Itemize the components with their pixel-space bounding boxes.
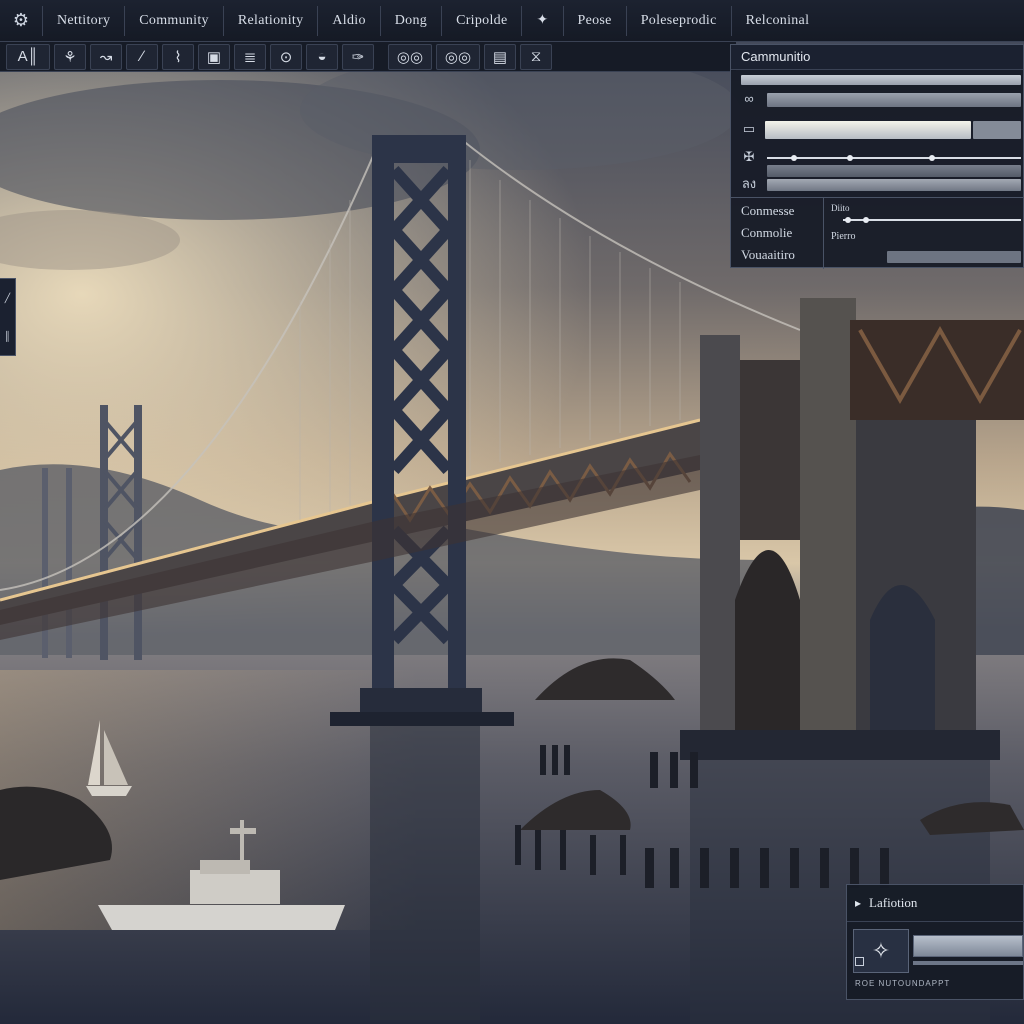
- panel-slider-2-track: [973, 121, 1021, 139]
- panel-slider-2[interactable]: [765, 121, 971, 139]
- layer-tool-icon[interactable]: ▤: [484, 43, 516, 70]
- panel-slider-5[interactable]: [887, 251, 1021, 263]
- left-side-panel[interactable]: ╱ ║: [0, 278, 16, 356]
- menu-item-7[interactable]: ✦: [521, 5, 562, 36]
- layer-panel-footer: ROE NUTOUNDAPPT: [855, 979, 951, 988]
- layer-panel-title: Lafiotion: [869, 895, 918, 910]
- draw-tool-icon[interactable]: A║: [6, 43, 50, 70]
- left-panel-mark-1: ╱: [4, 292, 11, 303]
- menu-item-2[interactable]: Community: [124, 5, 223, 36]
- menu-item-8[interactable]: Peose: [562, 5, 626, 36]
- toolbar: A║ ⚘ ↝ ∕ ⌇ ▣ ≣ ⊙ ◒ ✑ ◎◎ ◎◎ ▤ ⧖: [0, 42, 736, 72]
- pen-tool-icon[interactable]: ✑: [342, 43, 374, 70]
- label-vouaaitiro: Vouaaitiro: [741, 247, 795, 262]
- menu-item-3[interactable]: Relationity: [222, 5, 318, 36]
- label-conmolie: Conmolie: [741, 225, 793, 240]
- frame-tool-icon[interactable]: ▣: [198, 43, 230, 70]
- left-panel-mark-2: ║: [4, 331, 11, 342]
- panel-slider-4[interactable]: [767, 179, 1021, 191]
- compass-icon[interactable]: ✧: [853, 929, 909, 973]
- brush-tool-icon[interactable]: ⚘: [54, 43, 86, 70]
- properties-panel: Cammunitio ∞ ▭ ✠ ลง Conmesse Conmolie Vo…: [730, 44, 1024, 269]
- menu-item-5[interactable]: Dong: [379, 5, 441, 36]
- layer-panel-header[interactable]: ▸ Lafiotion: [847, 885, 1024, 922]
- target-tool-icon[interactable]: ⊙: [270, 43, 302, 70]
- layer-panel: ▸ Lafiotion ✧ ROE NUTOUNDAPPT: [846, 884, 1024, 1000]
- gear-icon[interactable]: ⚙: [6, 6, 36, 36]
- panel-vertical-divider: [823, 197, 824, 269]
- panel-slider-3[interactable]: [767, 165, 1021, 177]
- arc-tool-icon[interactable]: ⌇: [162, 43, 194, 70]
- mini-label-1: Diito: [831, 203, 850, 213]
- lens-tool-icon[interactable]: ◎◎: [436, 43, 480, 70]
- range-knob-1[interactable]: [791, 155, 797, 161]
- panel-bar-top[interactable]: [741, 75, 1021, 85]
- view-tool-icon[interactable]: ◎◎: [388, 43, 432, 70]
- layer-checkbox[interactable]: [855, 957, 864, 966]
- link-icon: ∞: [744, 91, 754, 106]
- line-tool-icon[interactable]: ∕: [126, 43, 158, 70]
- layer-track[interactable]: [913, 961, 1023, 965]
- panel-range-line[interactable]: [767, 157, 1021, 159]
- glyph-icon: ลง: [741, 176, 757, 191]
- star-icon: ✠: [743, 149, 755, 164]
- box-icon: ▭: [742, 121, 756, 136]
- shape-tool-icon[interactable]: ◒: [306, 43, 338, 70]
- panel-range-line-2[interactable]: [843, 219, 1021, 221]
- menu-item-6[interactable]: Cripolde: [441, 5, 521, 36]
- menu-bar: ⚙ Nettitory Community Relationity Aldio …: [0, 0, 1024, 42]
- panel-divider: [731, 197, 1024, 198]
- panel-slider-1[interactable]: [767, 93, 1021, 107]
- menu-item-1[interactable]: Nettitory: [42, 5, 124, 36]
- curve-tool-icon[interactable]: ↝: [90, 43, 122, 70]
- menu-item-10[interactable]: Relconinal: [730, 5, 824, 36]
- chevron-right-icon[interactable]: ▸: [855, 896, 861, 911]
- mini-label-2: Pierro: [831, 231, 856, 242]
- layer-opacity-bar[interactable]: [913, 935, 1023, 957]
- label-conmesse: Conmesse: [741, 203, 795, 218]
- menu-item-4[interactable]: Aldio: [317, 5, 379, 36]
- range-knob-2[interactable]: [847, 155, 853, 161]
- range-knob-5[interactable]: [863, 217, 869, 223]
- range-knob-3[interactable]: [929, 155, 935, 161]
- range-knob-4[interactable]: [845, 217, 851, 223]
- panel-title: Cammunitio: [731, 45, 1023, 70]
- menu-item-9[interactable]: Poleseprodic: [625, 5, 731, 36]
- mask-tool-icon[interactable]: ⧖: [520, 43, 552, 70]
- align-tool-icon[interactable]: ≣: [234, 43, 266, 70]
